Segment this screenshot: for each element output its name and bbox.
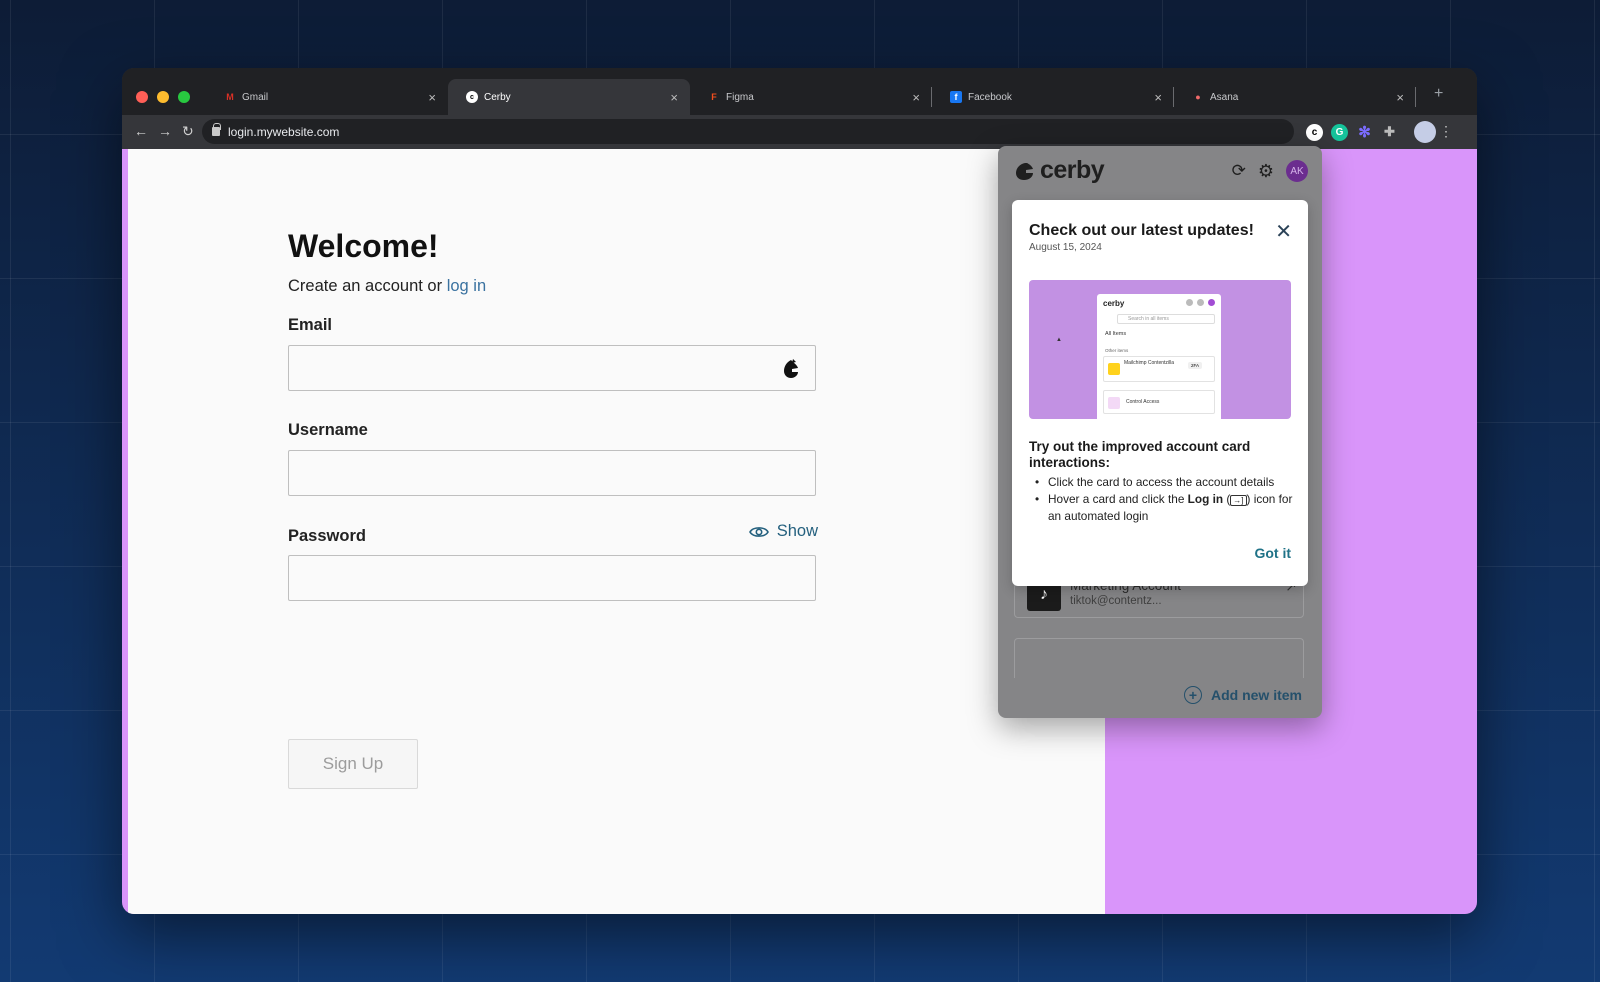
username-label: Username [288, 421, 368, 439]
bullet-bold-text: Log in [1187, 492, 1224, 506]
puzzle-extensions-icon[interactable]: ✚ [1381, 124, 1398, 141]
sync-icon[interactable]: ⟳ [1232, 161, 1246, 181]
preview-card: Control Access [1103, 390, 1215, 414]
add-item-label: Add new item [1210, 687, 1302, 703]
list-item: Click the card to access the account det… [1029, 474, 1299, 491]
brand-name: cerby [1040, 156, 1105, 184]
panel-header-actions: ⟳ ⚙ AK [1232, 160, 1308, 182]
dialog-heading: Try out the improved account card intera… [1029, 439, 1251, 470]
tab-label: Cerby [484, 91, 511, 103]
key-icon [1108, 397, 1120, 409]
preview-search: Search in all items [1117, 314, 1215, 324]
preview-extension-panel: cerby Search in all items All Items Othe… [1097, 294, 1221, 419]
subtitle: Create an account or log in [288, 277, 486, 296]
preview-icons [1186, 299, 1215, 306]
plus-circle-icon: + [1183, 686, 1202, 704]
cerby-logo-icon [1016, 162, 1033, 180]
tab-label: Asana [1210, 91, 1239, 103]
browser-menu-icon[interactable]: ⋮ [1439, 123, 1453, 140]
lock-icon [212, 123, 221, 136]
preview-all-items: All Items [1105, 331, 1127, 337]
cursor-icon: ▲ [1056, 337, 1062, 343]
tab-label: Facebook [968, 91, 1012, 103]
account-card[interactable] [1014, 638, 1304, 678]
email-field[interactable] [288, 345, 816, 391]
cerby-extension-icon[interactable]: c [1306, 123, 1323, 141]
gmail-icon: M [226, 92, 234, 102]
minimize-window-button[interactable] [157, 91, 169, 103]
login-link[interactable]: log in [447, 277, 486, 295]
dialog-date: August 15, 2024 [1029, 242, 1102, 253]
close-tab-icon[interactable]: × [428, 90, 436, 105]
close-tab-icon[interactable]: × [1154, 90, 1162, 105]
updates-dialog: Check out our latest updates! August 15,… [1012, 200, 1308, 586]
tab-label: Figma [726, 91, 754, 103]
tab-label: Gmail [242, 91, 269, 103]
account-username: tiktok@contentz... [1070, 595, 1162, 607]
asana-icon: ● [1195, 92, 1201, 102]
got-it-button[interactable]: Got it [1254, 545, 1291, 561]
close-tab-icon[interactable]: × [670, 90, 678, 105]
feature-preview-image: ▲ cerby Search in all items All Items Ot… [1029, 280, 1291, 419]
bullet-text: Hover a card and click the [1048, 492, 1188, 506]
login-icon: →] [1230, 495, 1247, 506]
asterisk-extension-icon[interactable]: ✻ [1356, 124, 1373, 141]
tab-figma[interactable]: F Figma × [690, 79, 932, 115]
tab-separator [1415, 87, 1416, 107]
preview-card-name: Control Access [1126, 399, 1160, 405]
subtitle-text: Create an account or [288, 277, 447, 295]
close-tab-icon[interactable]: × [912, 90, 920, 105]
close-window-button[interactable] [136, 91, 148, 103]
preview-badge: 2FA [1187, 362, 1202, 369]
signup-pane: Welcome! Create an account or log in Ema… [128, 149, 1105, 914]
tab-facebook[interactable]: f Facebook × [932, 79, 1174, 115]
tabs: M Gmail × c Cerby × F Figma × f Facebook… [206, 79, 1416, 115]
email-label: Email [288, 316, 333, 334]
grammarly-extension-icon[interactable]: G [1331, 123, 1348, 141]
add-new-item-button[interactable]: + Add new item [1183, 686, 1302, 704]
facebook-icon: f [950, 91, 962, 103]
eye-icon [748, 526, 769, 537]
nav-buttons: ← → ↻ [134, 123, 194, 140]
gear-icon[interactable]: ⚙ [1258, 161, 1274, 182]
back-arrow-icon[interactable]: ← [134, 123, 148, 140]
page-title: Welcome! [288, 228, 439, 264]
preview-brand: cerby [1103, 299, 1125, 308]
show-label: Show [776, 522, 818, 540]
preview-other-items: Other items [1105, 348, 1129, 353]
bullet-text: Click the card to access the account det… [1048, 475, 1275, 489]
extensions-area: c G ✻ ✚ [1306, 121, 1436, 143]
new-tab-button[interactable]: + [1434, 85, 1443, 103]
reload-icon[interactable]: ↻ [182, 123, 194, 140]
tab-bar: M Gmail × c Cerby × F Figma × f Facebook… [122, 68, 1477, 115]
preview-card-name: Mailchimp Contentzilla [1124, 360, 1175, 366]
signup-button[interactable]: Sign Up [288, 739, 418, 789]
window-controls [136, 91, 190, 103]
close-icon[interactable]: ✕ [1275, 222, 1292, 242]
mailchimp-icon [1108, 363, 1120, 375]
tab-cerby[interactable]: c Cerby × [448, 79, 690, 115]
url-text: login.mywebsite.com [228, 124, 340, 139]
dialog-title: Check out our latest updates! [1029, 222, 1254, 239]
password-field[interactable] [288, 555, 816, 601]
show-password-toggle[interactable]: Show [748, 522, 818, 541]
forward-arrow-icon[interactable]: → [158, 123, 172, 140]
profile-avatar[interactable] [1414, 121, 1436, 143]
maximize-window-button[interactable] [178, 91, 190, 103]
password-label: Password [288, 527, 366, 545]
cerby-logo: cerby [1014, 156, 1105, 185]
tab-asana[interactable]: ● Asana × [1174, 79, 1416, 115]
tab-gmail[interactable]: M Gmail × [206, 79, 448, 115]
cerby-icon: c [466, 91, 478, 103]
avatar[interactable]: AK [1286, 160, 1308, 182]
updates-list: Click the card to access the account det… [1029, 474, 1299, 525]
browser-toolbar: ← → ↻ login.mywebsite.com c G ✻ ✚ ⋮ [122, 115, 1477, 149]
list-item: Hover a card and click the Log in (→]) i… [1029, 491, 1299, 525]
address-bar[interactable]: login.mywebsite.com [202, 119, 1294, 144]
cerby-autofill-icon[interactable] [781, 358, 801, 380]
preview-card: Mailchimp Contentzilla 2FA [1103, 356, 1215, 382]
close-tab-icon[interactable]: × [1396, 90, 1404, 105]
username-field[interactable] [288, 450, 816, 496]
figma-icon: F [711, 92, 717, 102]
